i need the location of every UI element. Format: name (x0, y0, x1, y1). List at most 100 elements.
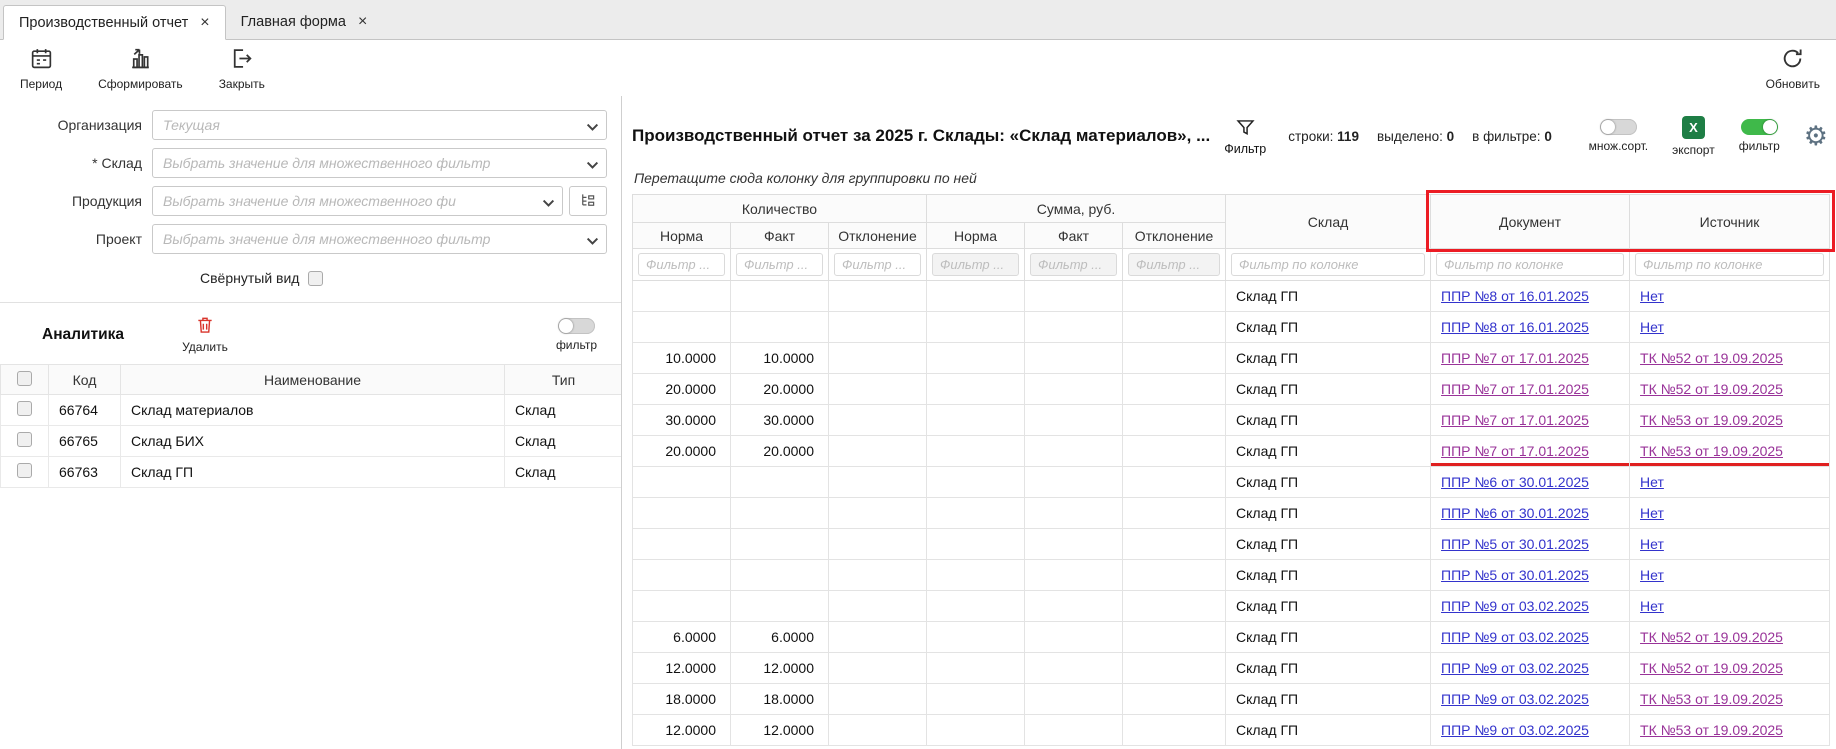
report-row[interactable]: 12.000012.0000Склад ГПППР №9 от 03.02.20… (633, 715, 1830, 746)
column-header-name[interactable]: Наименование (121, 365, 505, 395)
source-link[interactable]: ТК №52 от 19.09.2025 (1640, 350, 1783, 366)
export-button[interactable]: X экспорт (1672, 116, 1715, 157)
column-header-qty-deviation[interactable]: Отклонение (829, 223, 927, 249)
report-row[interactable]: 10.000010.0000Склад ГПППР №7 от 17.01.20… (633, 343, 1830, 374)
column-filter-input[interactable] (1030, 253, 1117, 276)
document-link[interactable]: ППР №6 от 30.01.2025 (1441, 474, 1589, 490)
source-link[interactable]: ТК №53 от 19.09.2025 (1640, 412, 1783, 428)
close-form-button[interactable]: Закрыть (219, 46, 265, 91)
report-row[interactable]: 18.000018.0000Склад ГПППР №9 от 03.02.20… (633, 684, 1830, 715)
chevron-down-icon[interactable] (586, 233, 599, 244)
row-checkbox[interactable] (17, 432, 32, 447)
source-link[interactable]: ТК №52 от 19.09.2025 (1640, 629, 1783, 645)
document-link[interactable]: ППР №5 от 30.01.2025 (1441, 536, 1589, 552)
period-button[interactable]: Период (20, 46, 62, 91)
document-link[interactable]: ППР №7 от 17.01.2025 (1441, 443, 1589, 459)
source-link[interactable]: ТК №52 от 19.09.2025 (1640, 660, 1783, 676)
source-link[interactable]: Нет (1640, 598, 1664, 614)
refresh-button[interactable]: Обновить (1766, 46, 1820, 91)
source-link[interactable]: Нет (1640, 288, 1664, 304)
row-checkbox[interactable] (17, 401, 32, 416)
source-link[interactable]: Нет (1640, 474, 1664, 490)
document-link[interactable]: ППР №7 от 17.01.2025 (1441, 412, 1589, 428)
select-all-checkbox[interactable] (17, 371, 32, 386)
gear-icon[interactable]: ⚙ (1804, 123, 1828, 150)
source-link[interactable]: ТК №53 от 19.09.2025 (1640, 691, 1783, 707)
report-row[interactable]: Склад ГПППР №5 от 30.01.2025Нет (633, 529, 1830, 560)
production-select[interactable] (152, 186, 563, 216)
tab-main-form[interactable]: Главная форма × (226, 4, 383, 39)
document-link[interactable]: ППР №8 от 16.01.2025 (1441, 319, 1589, 335)
document-link[interactable]: ППР №9 от 03.02.2025 (1441, 598, 1589, 614)
column-filter-input[interactable] (834, 253, 921, 276)
document-link[interactable]: ППР №7 от 17.01.2025 (1441, 350, 1589, 366)
column-header-qty-norm[interactable]: Норма (633, 223, 731, 249)
column-filter-input[interactable] (1635, 253, 1824, 276)
source-link[interactable]: Нет (1640, 319, 1664, 335)
report-row[interactable]: 6.00006.0000Склад ГПППР №9 от 03.02.2025… (633, 622, 1830, 653)
analytics-row[interactable]: 66764Склад материаловСклад (1, 395, 623, 426)
column-header-code[interactable]: Код (49, 365, 121, 395)
source-link[interactable]: ТК №52 от 19.09.2025 (1640, 381, 1783, 397)
organization-input[interactable] (152, 110, 607, 140)
project-select[interactable] (152, 224, 607, 254)
generate-button[interactable]: Сформировать (98, 46, 183, 91)
row-checkbox[interactable] (17, 463, 32, 478)
source-link[interactable]: ТК №53 от 19.09.2025 (1640, 443, 1783, 459)
column-filter-input[interactable] (736, 253, 823, 276)
analytics-row[interactable]: 66765Склад БИХСклад (1, 426, 623, 457)
chevron-down-icon[interactable] (586, 157, 599, 168)
source-link[interactable]: Нет (1640, 567, 1664, 583)
document-link[interactable]: ППР №6 от 30.01.2025 (1441, 505, 1589, 521)
column-header-document[interactable]: Документ (1431, 195, 1630, 249)
column-header-qty-fact[interactable]: Факт (731, 223, 829, 249)
column-filter-input[interactable] (932, 253, 1019, 276)
tab-close-icon[interactable]: × (358, 14, 367, 30)
report-row[interactable]: 12.000012.0000Склад ГПППР №9 от 03.02.20… (633, 653, 1830, 684)
column-filter-input[interactable] (1128, 253, 1220, 276)
column-header-sum-deviation[interactable]: Отклонение (1123, 223, 1226, 249)
filter-toggle[interactable] (1741, 119, 1778, 135)
column-header-warehouse[interactable]: Склад (1226, 195, 1431, 249)
report-row[interactable]: Склад ГПППР №9 от 03.02.2025Нет (633, 591, 1830, 622)
report-row[interactable]: 20.000020.0000Склад ГПППР №7 от 17.01.20… (633, 436, 1830, 467)
collapsed-view-checkbox[interactable] (308, 271, 323, 286)
document-link[interactable]: ППР №9 от 03.02.2025 (1441, 629, 1589, 645)
column-header-type[interactable]: Тип (505, 365, 623, 395)
document-link[interactable]: ППР №9 от 03.02.2025 (1441, 660, 1589, 676)
report-row[interactable]: Склад ГПППР №6 от 30.01.2025Нет (633, 467, 1830, 498)
column-filter-input[interactable] (638, 253, 725, 276)
chevron-down-icon[interactable] (542, 195, 555, 206)
analytics-row[interactable]: 66763Склад ГПСклад (1, 457, 623, 488)
report-row[interactable]: Склад ГПППР №8 от 16.01.2025Нет (633, 312, 1830, 343)
multisort-toggle[interactable] (1600, 119, 1637, 135)
report-row[interactable]: 20.000020.0000Склад ГПППР №7 от 17.01.20… (633, 374, 1830, 405)
column-header-sum-norm[interactable]: Норма (927, 223, 1025, 249)
group-header-quantity[interactable]: Количество (633, 195, 927, 223)
analytics-filter-toggle[interactable] (558, 318, 595, 334)
report-row[interactable]: Склад ГПППР №6 от 30.01.2025Нет (633, 498, 1830, 529)
document-link[interactable]: ППР №7 от 17.01.2025 (1441, 381, 1589, 397)
group-header-sum[interactable]: Сумма, руб. (927, 195, 1226, 223)
report-row[interactable]: Склад ГПППР №5 от 30.01.2025Нет (633, 560, 1830, 591)
filter-button[interactable]: Фильтр (1224, 117, 1266, 156)
tab-production-report[interactable]: Производственный отчет × (3, 5, 226, 40)
chevron-down-icon[interactable] (586, 119, 599, 130)
organization-select[interactable] (152, 110, 607, 140)
warehouse-select[interactable] (152, 148, 607, 178)
column-filter-input[interactable] (1231, 253, 1425, 276)
report-row[interactable]: Склад ГПППР №8 от 16.01.2025Нет (633, 281, 1830, 312)
project-input[interactable] (152, 224, 607, 254)
production-input[interactable] (152, 186, 563, 216)
warehouse-input[interactable] (152, 148, 607, 178)
column-filter-input[interactable] (1436, 253, 1624, 276)
document-link[interactable]: ППР №9 от 03.02.2025 (1441, 691, 1589, 707)
tree-view-button[interactable] (569, 186, 607, 216)
column-header-sum-fact[interactable]: Факт (1025, 223, 1123, 249)
source-link[interactable]: Нет (1640, 505, 1664, 521)
tab-close-icon[interactable]: × (200, 15, 209, 31)
document-link[interactable]: ППР №8 от 16.01.2025 (1441, 288, 1589, 304)
report-row[interactable]: 30.000030.0000Склад ГПППР №7 от 17.01.20… (633, 405, 1830, 436)
column-header-source[interactable]: Источник (1630, 195, 1830, 249)
document-link[interactable]: ППР №9 от 03.02.2025 (1441, 722, 1589, 738)
